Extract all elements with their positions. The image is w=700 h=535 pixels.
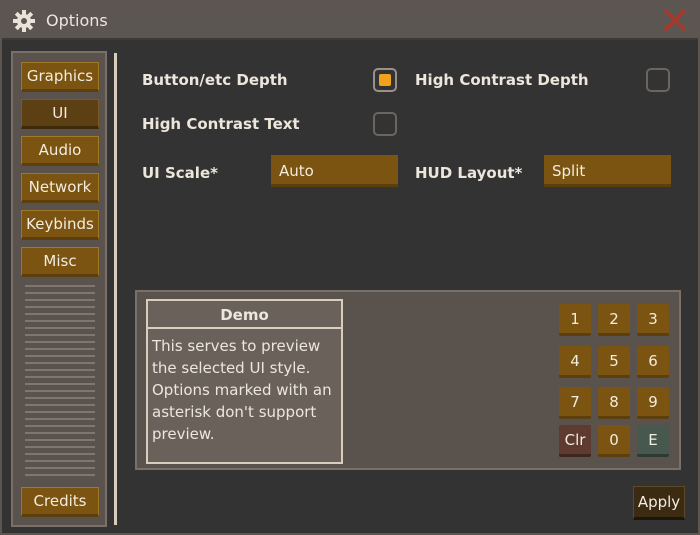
tab-graphics[interactable]: Graphics (21, 62, 99, 92)
high-contrast-depth-checkbox[interactable] (646, 68, 670, 92)
sidebar-divider (114, 53, 117, 525)
demo-panel: Demo This serves to preview the selected… (146, 299, 343, 464)
sidebar-filler (25, 285, 95, 481)
keypad-4[interactable]: 4 (559, 346, 591, 378)
keypad-clear[interactable]: Clr (559, 425, 591, 457)
demo-area: Demo This serves to preview the selected… (135, 290, 681, 470)
tab-keybinds[interactable]: Keybinds (21, 210, 99, 240)
keypad-5[interactable]: 5 (598, 346, 630, 378)
hud-layout-label: HUD Layout* (415, 164, 523, 182)
button-depth-checkbox[interactable] (373, 68, 397, 92)
gear-icon (12, 9, 36, 33)
ui-scale-dropdown[interactable]: Auto (271, 155, 398, 187)
window-title: Options (46, 11, 108, 30)
keypad-2[interactable]: 2 (598, 304, 630, 336)
credits-button[interactable]: Credits (21, 487, 99, 517)
high-contrast-text-checkbox[interactable] (373, 112, 397, 136)
ui-scale-label: UI Scale* (142, 164, 218, 182)
keypad-8[interactable]: 8 (598, 387, 630, 419)
button-depth-label: Button/etc Depth (142, 71, 288, 89)
high-contrast-depth-label: High Contrast Depth (415, 71, 589, 89)
high-contrast-text-label: High Contrast Text (142, 115, 300, 133)
tab-misc[interactable]: Misc (21, 247, 99, 277)
title-bar[interactable]: Options (2, 2, 698, 40)
apply-button[interactable]: Apply (633, 486, 685, 520)
keypad-0[interactable]: 0 (598, 425, 630, 457)
keypad-enter[interactable]: E (637, 425, 669, 457)
options-window: Options Graphics UI Audio Network Keybin… (0, 0, 700, 535)
demo-title: Demo (148, 301, 341, 329)
tab-audio[interactable]: Audio (21, 136, 99, 166)
keypad-7[interactable]: 7 (559, 387, 591, 419)
keypad-6[interactable]: 6 (637, 346, 669, 378)
tab-network[interactable]: Network (21, 173, 99, 203)
close-icon[interactable] (662, 7, 688, 33)
keypad-3[interactable]: 3 (637, 304, 669, 336)
keypad-1[interactable]: 1 (559, 304, 591, 336)
demo-text: This serves to preview the selected UI s… (152, 337, 332, 443)
sidebar: Graphics UI Audio Network Keybinds Misc … (11, 51, 107, 527)
hud-layout-dropdown[interactable]: Split (544, 155, 671, 187)
keypad-9[interactable]: 9 (637, 387, 669, 419)
tab-ui[interactable]: UI (21, 99, 99, 129)
